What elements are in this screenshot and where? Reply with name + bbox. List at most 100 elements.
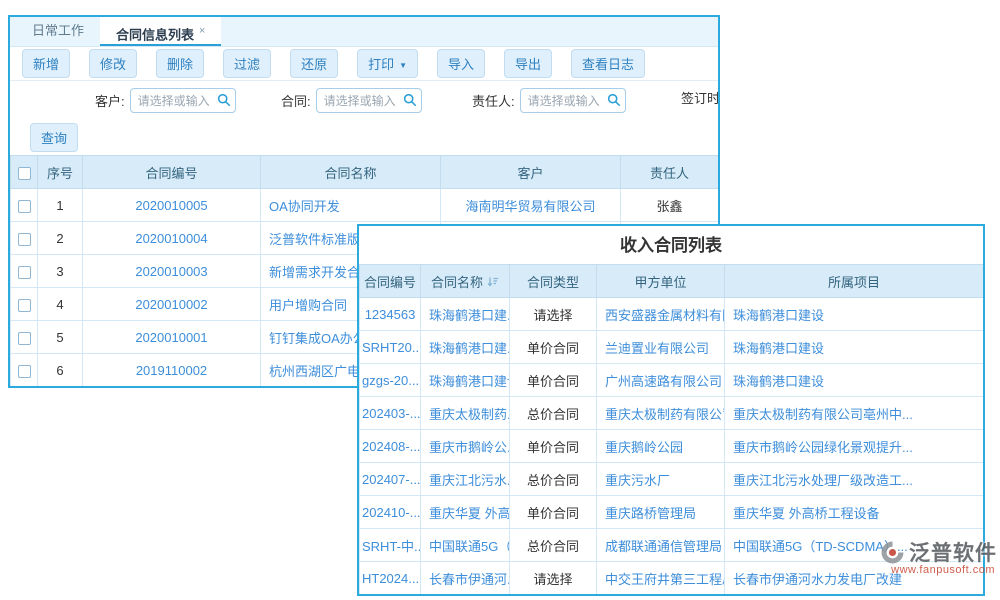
restore-button[interactable]: 还原: [290, 49, 338, 78]
cell-contract-name[interactable]: 重庆市鹅岭公...: [421, 430, 510, 463]
query-row: 查询: [10, 119, 718, 155]
header-contract-name: 合同名称: [261, 156, 441, 189]
button-label: 导出: [515, 57, 541, 72]
cell-contract-code[interactable]: HT2024...: [360, 562, 421, 595]
button-label: 新增: [33, 57, 59, 72]
cell-project[interactable]: 珠海鹤港口建设: [725, 331, 984, 364]
cell-party-a[interactable]: 重庆太极制药有限公司: [597, 397, 725, 430]
cell-party-a[interactable]: 成都联通通信管理局: [597, 529, 725, 562]
filter-label: 合同:: [281, 91, 311, 110]
cell-seq: 6: [38, 354, 83, 387]
cell-party-a[interactable]: 兰迪置业有限公司: [597, 331, 725, 364]
cell-contract-name[interactable]: 长春市伊通河...: [421, 562, 510, 595]
cell-contract-name[interactable]: 重庆江北污水...: [421, 463, 510, 496]
header-seq: 序号: [38, 156, 83, 189]
query-button[interactable]: 查询: [30, 123, 78, 152]
header-contract-name[interactable]: 合同名称: [421, 265, 510, 298]
row-checkbox[interactable]: [18, 299, 31, 312]
header-label: 合同名称: [324, 166, 376, 181]
row-checkbox[interactable]: [18, 200, 31, 213]
cell-contract-code[interactable]: 2020010005: [83, 189, 261, 222]
cell-select[interactable]: [11, 288, 38, 321]
cell-party-a[interactable]: 重庆污水厂: [597, 463, 725, 496]
customer-filter: 客户:: [95, 88, 236, 113]
cell-contract-type: 请选择: [510, 298, 597, 331]
cell-contract-name[interactable]: OA协同开发: [261, 189, 441, 222]
cell-contract-code[interactable]: 2019110002: [83, 354, 261, 387]
edit-button[interactable]: 修改: [89, 49, 137, 78]
cell-project[interactable]: 重庆太极制药有限公司亳州中...: [725, 397, 984, 430]
cell-contract-code[interactable]: 202408-...: [360, 430, 421, 463]
cell-contract-name[interactable]: 重庆华夏 外高...: [421, 496, 510, 529]
cell-contract-name[interactable]: 中国联通5G（...: [421, 529, 510, 562]
header-owner: 责任人: [621, 156, 719, 189]
cell-select[interactable]: [11, 321, 38, 354]
cell-project[interactable]: 重庆市鹅岭公园绿化景观提升...: [725, 430, 984, 463]
cell-project[interactable]: 重庆江北污水处理厂级改造工...: [725, 463, 984, 496]
header-label: 合同编号: [145, 166, 197, 181]
button-label: 还原: [301, 57, 327, 72]
cell-party-a[interactable]: 重庆鹅岭公园: [597, 430, 725, 463]
tab-daily-work[interactable]: 日常工作: [16, 17, 100, 46]
row-checkbox[interactable]: [18, 365, 31, 378]
button-label: 查看日志: [582, 57, 634, 72]
cell-contract-code[interactable]: 202410-...: [360, 496, 421, 529]
close-icon[interactable]: ×: [199, 25, 205, 37]
row-checkbox[interactable]: [18, 233, 31, 246]
table-header-row: 序号合同编号合同名称客户责任人: [11, 156, 719, 189]
search-icon[interactable]: [217, 93, 231, 107]
cell-contract-name[interactable]: 珠海鹤港口建设: [421, 364, 510, 397]
cell-party-a[interactable]: 中交王府井第三工程局...: [597, 562, 725, 595]
fanpu-logo-icon: [879, 539, 906, 566]
tab-contract-info-list[interactable]: 合同信息列表×: [100, 17, 221, 46]
filter-input-wrap: [316, 88, 422, 113]
filter-button[interactable]: 过滤: [223, 49, 271, 78]
cell-select[interactable]: [11, 222, 38, 255]
cell-party-a[interactable]: 广州高速路有限公司: [597, 364, 725, 397]
fanpu-watermark: 泛普软件 www.fanpusoft.com: [845, 537, 997, 576]
owner-filter: 责任人:: [472, 88, 626, 113]
cell-project[interactable]: 珠海鹤港口建设: [725, 364, 984, 397]
cell-project[interactable]: 珠海鹤港口建设: [725, 298, 984, 331]
print-button[interactable]: 打印▼: [357, 49, 418, 78]
cell-contract-code[interactable]: 202407-...: [360, 463, 421, 496]
cell-contract-name[interactable]: 重庆太极制药...: [421, 397, 510, 430]
cell-contract-name[interactable]: 珠海鹤港口建...: [421, 298, 510, 331]
cell-contract-code[interactable]: 1234563: [360, 298, 421, 331]
cell-contract-code[interactable]: gzgs-20...: [360, 364, 421, 397]
header-label: 责任人: [650, 166, 689, 181]
header-select-all[interactable]: [11, 156, 38, 189]
search-icon[interactable]: [607, 93, 621, 107]
cell-customer[interactable]: 海南明华贸易有限公司: [441, 189, 621, 222]
cell-contract-code[interactable]: SRHT20...: [360, 331, 421, 364]
header-label: 合同编号: [364, 275, 416, 290]
cell-contract-code[interactable]: 202403-...: [360, 397, 421, 430]
cell-contract-type: 单价合同: [510, 331, 597, 364]
table-row: gzgs-20...珠海鹤港口建设单价合同广州高速路有限公司珠海鹤港口建设: [360, 364, 984, 397]
table-row: 202403-...重庆太极制药...总价合同重庆太极制药有限公司重庆太极制药有…: [360, 397, 984, 430]
delete-button[interactable]: 删除: [156, 49, 204, 78]
cell-select[interactable]: [11, 255, 38, 288]
cell-contract-code[interactable]: SRHT-中...: [360, 529, 421, 562]
search-icon[interactable]: [403, 93, 417, 107]
filter-input-wrap: [130, 88, 236, 113]
cell-party-a[interactable]: 西安盛器金属材料有限...: [597, 298, 725, 331]
export-button[interactable]: 导出: [504, 49, 552, 78]
cell-project[interactable]: 重庆华夏 外高桥工程设备: [725, 496, 984, 529]
import-button[interactable]: 导入: [437, 49, 485, 78]
cell-party-a[interactable]: 重庆路桥管理局: [597, 496, 725, 529]
cell-select[interactable]: [11, 189, 38, 222]
cell-contract-code[interactable]: 2020010003: [83, 255, 261, 288]
cell-contract-type: 总价合同: [510, 463, 597, 496]
view-log-button[interactable]: 查看日志: [571, 49, 645, 78]
select-all-checkbox[interactable]: [18, 167, 31, 180]
cell-select[interactable]: [11, 354, 38, 387]
row-checkbox[interactable]: [18, 266, 31, 279]
cell-contract-name[interactable]: 珠海鹤港口建...: [421, 331, 510, 364]
cell-contract-code[interactable]: 2020010004: [83, 222, 261, 255]
row-checkbox[interactable]: [18, 332, 31, 345]
cell-contract-code[interactable]: 2020010001: [83, 321, 261, 354]
button-label: 导入: [448, 57, 474, 72]
add-button[interactable]: 新增: [22, 49, 70, 78]
cell-contract-code[interactable]: 2020010002: [83, 288, 261, 321]
